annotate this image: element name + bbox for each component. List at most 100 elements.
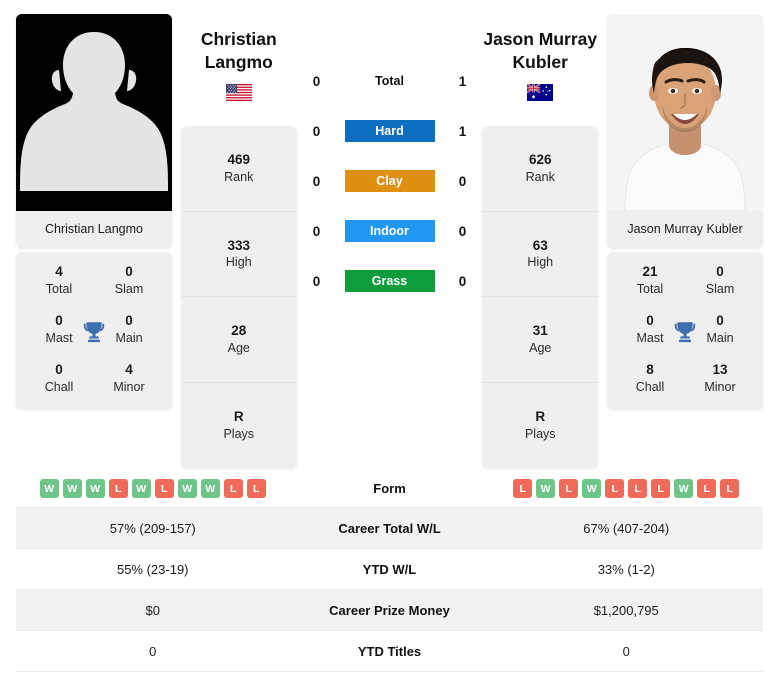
form-result-loss: L: [246, 479, 266, 498]
title-value: 4: [55, 264, 63, 279]
left-value: 0: [149, 643, 157, 659]
left-player-name-line2: Langmo: [204, 52, 273, 73]
title-label: Total: [636, 281, 664, 296]
left-player-photo-card[interactable]: Christian Langmo: [16, 14, 172, 248]
left-player-stat-card: 469 Rank 333 High 28 Age R Plays: [180, 126, 297, 468]
title-label: Total: [45, 281, 73, 296]
row-label: Career Prize Money: [329, 602, 450, 618]
h2h-comparison-page: Christian Langmo 4 Total 0 Slam 0 Mast 0…: [0, 0, 779, 672]
title-stat: 21 Total: [615, 264, 685, 297]
stat-value: 63: [532, 237, 548, 253]
title-stat: 0 Slam: [685, 264, 755, 297]
title-value: 0: [716, 264, 724, 279]
title-label: Slam: [705, 281, 735, 296]
form-result-loss: L: [628, 479, 648, 498]
table-row-ytd-titles: 0 YTD Titles 0: [16, 631, 763, 672]
left-player-header: Christian Langmo: [181, 14, 297, 126]
stat-value: 31: [532, 323, 548, 339]
title-stat: 4 Minor: [94, 362, 164, 395]
form-result-win: W: [200, 479, 220, 498]
flag-usa-icon: [225, 83, 252, 106]
form-result-loss: L: [108, 479, 128, 498]
stat-cell: 333 High: [180, 212, 297, 297]
h2h-row-hard: 0 Hard 1: [306, 120, 474, 142]
title-value: 0: [55, 362, 63, 378]
right-player-name-line2: Kubler: [512, 52, 568, 73]
h2h-row-clay: 0 Clay 0: [306, 170, 474, 192]
stat-value: 28: [231, 323, 247, 339]
table-row-career-prize-money: $0 Career Prize Money $1,200,795: [16, 590, 763, 631]
surface-badge-clay[interactable]: Clay: [344, 170, 435, 192]
form-result-win: W: [39, 479, 59, 498]
title-stat: 13 Minor: [685, 362, 755, 395]
left-player-stats-column: Christian Langmo 469 Rank 333 High 28 Ag…: [180, 14, 297, 468]
right-player-stat-card: 626 Rank 63 High 31 Age R Plays: [482, 126, 599, 469]
row-label: YTD W/L: [362, 561, 417, 577]
right-value: 67% (407-204): [583, 520, 670, 536]
stat-cell: 31 Age: [482, 297, 599, 383]
form-result-win: W: [674, 479, 694, 498]
stat-label: Age: [227, 340, 250, 355]
left-player-photo-name: Christian Langmo: [16, 211, 172, 248]
trophy-icon: [83, 321, 105, 342]
table-row-ytd-wl: 55% (23-19) YTD W/L 33% (1-2): [16, 549, 763, 590]
form-result-loss: L: [697, 479, 717, 498]
left-player-titles-card: 4 Total 0 Slam 0 Mast 0 Main 0 Chall 4 M…: [16, 252, 172, 410]
right-player-photo: [607, 14, 763, 211]
stat-label: Rank: [525, 169, 555, 184]
trophy-icon: [674, 321, 696, 342]
title-label: Chall: [635, 380, 665, 395]
surface-badge-grass[interactable]: Grass: [344, 270, 435, 292]
right-player-stats-column: Jason Murray Kubler 626 Rank 63 High 31 …: [482, 14, 599, 469]
stat-cell: 63 High: [482, 212, 599, 297]
table-row-form: WWWLWLWWLL Form LWLWLLLWLL: [16, 470, 763, 508]
form-result-loss: L: [651, 479, 671, 498]
row-label-form: Form: [373, 481, 406, 496]
stat-label: High: [225, 255, 252, 270]
stat-cell: R Plays: [482, 383, 598, 469]
title-label: Minor: [704, 380, 736, 395]
row-label: Career Total W/L: [338, 520, 441, 536]
title-value: 8: [646, 362, 654, 378]
h2h-right-score: 0: [458, 173, 467, 189]
title-value: 21: [642, 264, 658, 279]
h2h-surface-label: Total: [375, 74, 404, 88]
form-result-loss: L: [720, 479, 740, 498]
title-value: 0: [125, 264, 133, 279]
h2h-right-score: 1: [458, 123, 467, 139]
right-player-photo-card[interactable]: Jason Murray Kubler: [607, 14, 763, 248]
form-result-win: W: [62, 479, 82, 498]
right-form-strip: LWLWLLLWLL: [513, 479, 740, 498]
stat-label: Plays: [223, 426, 255, 441]
right-value: 33% (1-2): [597, 561, 655, 577]
h2h-right-score: 1: [458, 73, 467, 89]
title-stat: 0 Slam: [94, 264, 164, 297]
h2h-row-total: 0 Total 1: [306, 70, 474, 92]
compare-section: Christian Langmo 4 Total 0 Slam 0 Mast 0…: [16, 14, 763, 470]
comparison-stats-table: WWWLWLWWLL Form LWLWLLLWLL 57% (209-157)…: [16, 470, 763, 672]
right-player-header: Jason Murray Kubler: [482, 14, 598, 126]
form-result-win: W: [536, 479, 556, 498]
h2h-left-score: 0: [312, 173, 321, 189]
stat-label: High: [527, 255, 554, 270]
form-result-win: W: [582, 479, 602, 498]
title-label: Minor: [113, 380, 145, 395]
form-result-win: W: [85, 479, 105, 498]
stat-value: R: [233, 409, 244, 425]
right-player-titles-card: 21 Total 0 Slam 0 Mast 0 Main 8 Chall 13…: [607, 252, 763, 410]
right-value: 0: [622, 643, 630, 659]
h2h-left-score: 0: [312, 223, 321, 239]
surface-badge-indoor[interactable]: Indoor: [344, 220, 435, 242]
left-player-photo: [16, 14, 172, 211]
right-value: $1,200,795: [593, 602, 659, 618]
right-form-cell: LWLWLLLWLL: [490, 479, 764, 498]
surface-badge-hard[interactable]: Hard: [344, 120, 435, 142]
h2h-right-score: 0: [458, 223, 467, 239]
left-value: 55% (23-19): [116, 561, 189, 577]
stat-value: 333: [227, 237, 251, 253]
left-player-name-line1: Christian: [200, 29, 277, 49]
form-result-win: W: [131, 479, 151, 498]
form-result-loss: L: [513, 479, 533, 498]
left-value: 57% (209-157): [109, 520, 196, 536]
h2h-row-grass: 0 Grass 0: [306, 270, 474, 292]
